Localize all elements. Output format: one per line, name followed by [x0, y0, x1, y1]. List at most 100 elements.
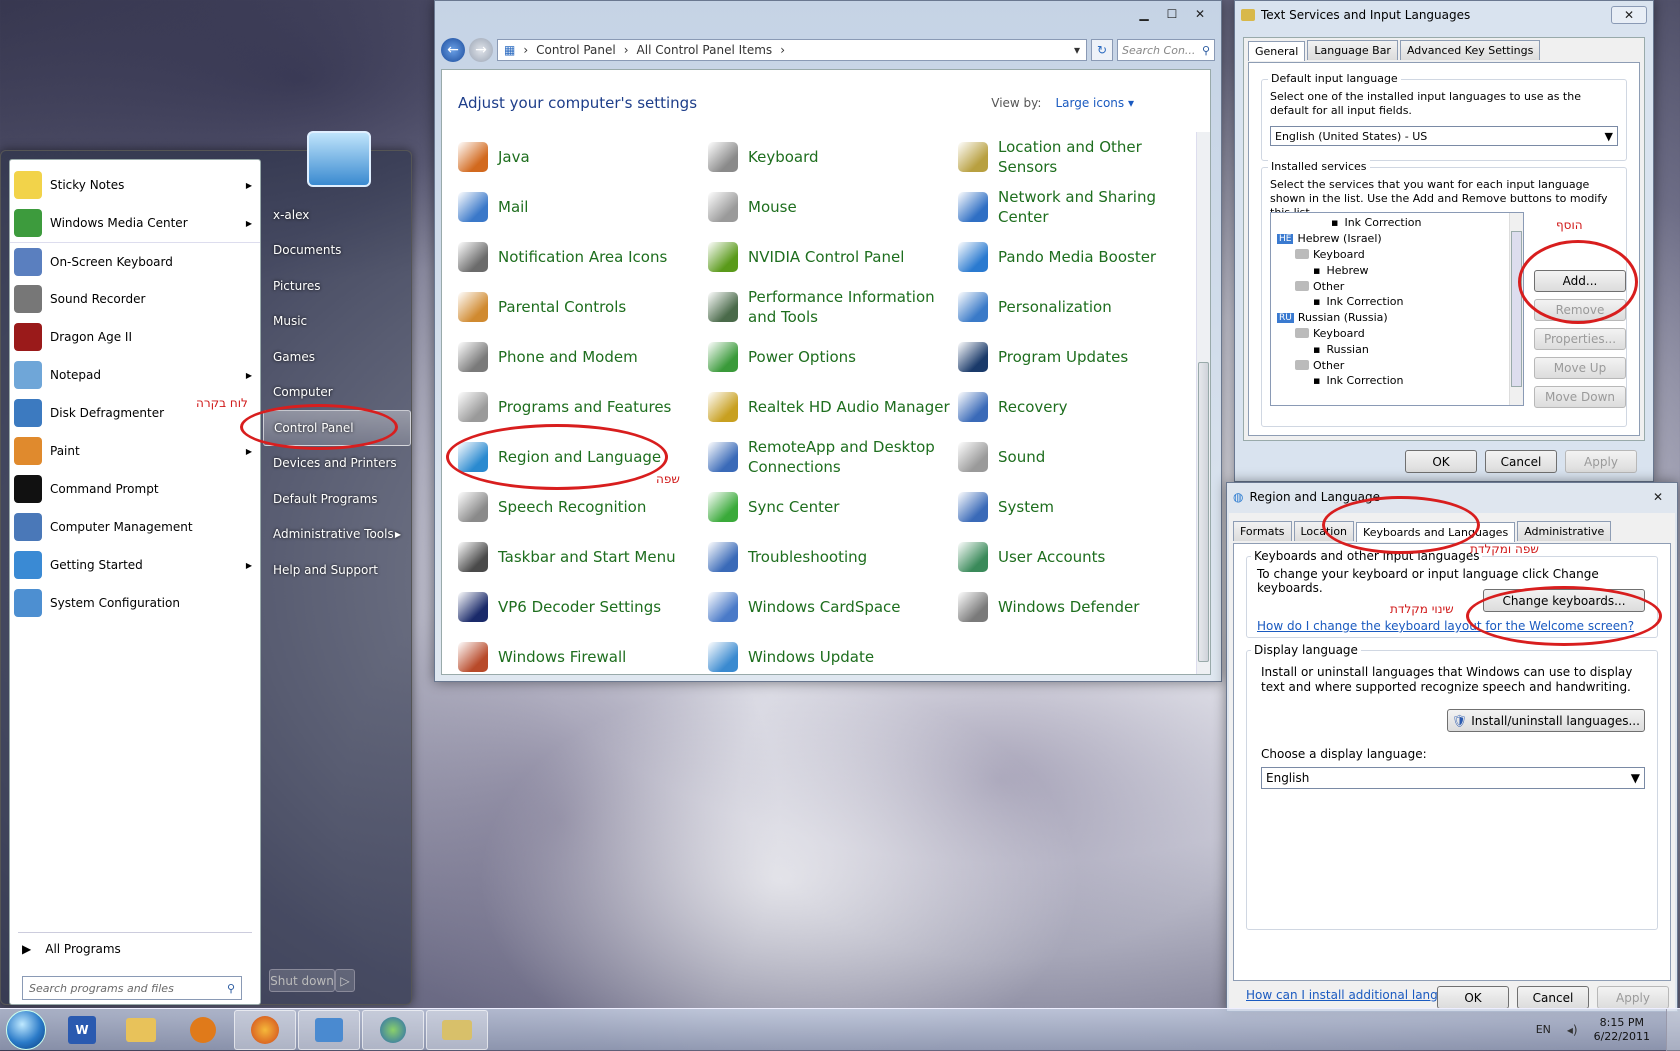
- cp-item-vp6-decoder-settings[interactable]: VP6 Decoder Settings: [458, 582, 708, 632]
- cp-item-realtek-hd-audio-manager[interactable]: Realtek HD Audio Manager: [708, 382, 958, 432]
- start-item-paint[interactable]: Paint ▶: [10, 432, 260, 470]
- cp-item-windows-defender[interactable]: Windows Defender: [958, 582, 1206, 632]
- move-up-button[interactable]: Move Up: [1534, 357, 1626, 379]
- start-search-input[interactable]: Search programs and files ⚲: [22, 976, 242, 1000]
- ts-apply-button[interactable]: Apply: [1565, 450, 1637, 473]
- all-programs-button[interactable]: ▶ All Programs: [22, 942, 121, 956]
- tree-node[interactable]: RU Russian (Russia): [1271, 310, 1523, 326]
- refresh-icon[interactable]: ↻: [1091, 39, 1113, 61]
- cp-item-pando-media-booster[interactable]: Pando Media Booster: [958, 232, 1206, 282]
- tree-node[interactable]: ▪ Ink Correction: [1271, 373, 1523, 389]
- cp-item-mail[interactable]: Mail: [458, 182, 708, 232]
- cp-item-phone-and-modem[interactable]: Phone and Modem: [458, 332, 708, 382]
- user-picture[interactable]: [307, 131, 371, 187]
- default-input-select[interactable]: English (United States) - US ▼: [1270, 126, 1618, 146]
- start-item-getting-started[interactable]: Getting Started ▶: [10, 546, 260, 584]
- ts-ok-button[interactable]: OK: [1405, 450, 1477, 473]
- ts-cancel-button[interactable]: Cancel: [1485, 450, 1557, 473]
- cp-item-keyboard[interactable]: Keyboard: [708, 132, 958, 182]
- start-item-computer-management[interactable]: Computer Management: [10, 508, 260, 546]
- breadcrumb-all-items[interactable]: All Control Panel Items: [637, 43, 773, 57]
- cp-item-parental-controls[interactable]: Parental Controls: [458, 282, 708, 332]
- taskbar-explorer[interactable]: [110, 1010, 172, 1050]
- tree-node[interactable]: HE Hebrew (Israel): [1271, 231, 1523, 247]
- start-right-music[interactable]: Music: [263, 304, 411, 340]
- address-dropdown-icon[interactable]: ▾: [1074, 43, 1080, 57]
- start-button[interactable]: [6, 1009, 46, 1050]
- start-item-sound-recorder[interactable]: Sound Recorder: [10, 280, 260, 318]
- tray-clock[interactable]: 8:15 PM 6/22/2011: [1594, 1016, 1650, 1044]
- cp-item-notification-area-icons[interactable]: Notification Area Icons: [458, 232, 708, 282]
- tray-language[interactable]: EN: [1536, 1023, 1551, 1036]
- services-tree[interactable]: ▪ Ink Correction HE Hebrew (Israel) Keyboard…: [1270, 212, 1524, 406]
- start-right-pictures[interactable]: Pictures: [263, 268, 411, 304]
- shutdown-arrow-icon[interactable]: ▷: [335, 969, 355, 992]
- start-item-command-prompt[interactable]: Command Prompt: [10, 470, 260, 508]
- tab-formats[interactable]: Formats: [1233, 521, 1292, 541]
- taskbar-control-panel[interactable]: [298, 1009, 360, 1050]
- cp-item-location-and-other-sensors[interactable]: Location and Other Sensors: [958, 132, 1206, 182]
- close-icon[interactable]: ✕: [1187, 5, 1213, 23]
- start-right-default-programs[interactable]: Default Programs: [263, 481, 411, 517]
- cp-item-performance-information-and-tools[interactable]: Performance Information and Tools: [708, 282, 958, 332]
- rl-apply-button[interactable]: Apply: [1597, 986, 1669, 1009]
- tree-scrollbar[interactable]: [1509, 213, 1523, 405]
- rl-cancel-button[interactable]: Cancel: [1517, 986, 1589, 1009]
- cp-item-speech-recognition[interactable]: Speech Recognition: [458, 482, 708, 532]
- show-desktop-button[interactable]: [1666, 1008, 1680, 1051]
- properties-button[interactable]: Properties...: [1534, 328, 1626, 350]
- taskbar-text-services[interactable]: [426, 1009, 488, 1050]
- tree-scroll-thumb[interactable]: [1511, 231, 1522, 387]
- forward-button[interactable]: →: [469, 38, 493, 62]
- taskbar-firefox[interactable]: [234, 1009, 296, 1050]
- taskbar-region-language[interactable]: [362, 1009, 424, 1050]
- maximize-icon[interactable]: ☐: [1159, 5, 1185, 23]
- tab-advanced-key-settings[interactable]: Advanced Key Settings: [1399, 40, 1541, 60]
- start-item-on-screen-keyboard[interactable]: On-Screen Keyboard: [10, 242, 260, 280]
- cp-item-sync-center[interactable]: Sync Center: [708, 482, 958, 532]
- cp-item-nvidia-control-panel[interactable]: NVIDIA Control Panel: [708, 232, 958, 282]
- view-by-dropdown[interactable]: Large icons ▾: [1055, 96, 1134, 110]
- display-language-select[interactable]: English ▼: [1261, 767, 1645, 789]
- start-item-notepad[interactable]: Notepad ▶: [10, 356, 260, 394]
- address-bar[interactable]: ▦ › Control Panel › All Control Panel Item…: [497, 39, 1087, 61]
- cp-item-windows-cardspace[interactable]: Windows CardSpace: [708, 582, 958, 632]
- tree-node[interactable]: Other: [1271, 278, 1523, 294]
- cp-item-java[interactable]: Java: [458, 132, 708, 182]
- start-item-dragon-age-ii[interactable]: Dragon Age II: [10, 318, 260, 356]
- minimize-icon[interactable]: ▁: [1131, 5, 1157, 23]
- rl-ok-button[interactable]: OK: [1437, 986, 1509, 1009]
- start-right-administrative-tools[interactable]: Administrative Tools ▶: [263, 517, 411, 553]
- cp-item-power-options[interactable]: Power Options: [708, 332, 958, 382]
- start-right-devices-and-printers[interactable]: Devices and Printers: [263, 446, 411, 482]
- tab-general[interactable]: General: [1248, 41, 1306, 61]
- start-right-help-and-support[interactable]: Help and Support: [263, 552, 411, 588]
- breadcrumb-control-panel[interactable]: Control Panel: [536, 43, 616, 57]
- cp-item-mouse[interactable]: Mouse: [708, 182, 958, 232]
- cp-item-troubleshooting[interactable]: Troubleshooting: [708, 532, 958, 582]
- cp-item-personalization[interactable]: Personalization: [958, 282, 1206, 332]
- taskbar-word[interactable]: W: [54, 1010, 110, 1050]
- cp-search-input[interactable]: Search Con... ⚲: [1117, 39, 1215, 61]
- cp-item-windows-update[interactable]: Windows Update: [708, 632, 958, 682]
- cp-item-network-and-sharing-center[interactable]: Network and Sharing Center: [958, 182, 1206, 232]
- move-down-button[interactable]: Move Down: [1534, 386, 1626, 408]
- rl-close-icon[interactable]: ✕: [1645, 488, 1671, 506]
- tree-node[interactable]: Keyboard: [1271, 247, 1523, 263]
- start-right-games[interactable]: Games: [263, 339, 411, 375]
- start-right-documents[interactable]: Documents: [263, 233, 411, 269]
- tree-node[interactable]: Other: [1271, 357, 1523, 373]
- cp-item-taskbar-and-start-menu[interactable]: Taskbar and Start Menu: [458, 532, 708, 582]
- tab-language-bar[interactable]: Language Bar: [1307, 40, 1398, 60]
- back-button[interactable]: ←: [441, 38, 465, 62]
- tree-node[interactable]: ▪ Russian: [1271, 341, 1523, 357]
- tray-volume-icon[interactable]: ◂): [1567, 1023, 1578, 1037]
- cp-item-system[interactable]: System: [958, 482, 1206, 532]
- shutdown-button[interactable]: Shut down ▷: [269, 969, 355, 992]
- ts-close-icon[interactable]: ✕: [1611, 6, 1647, 24]
- cp-item-remoteapp-and-desktop-connections[interactable]: RemoteApp and Desktop Connections: [708, 432, 958, 482]
- start-item-system-configuration[interactable]: System Configuration: [10, 584, 260, 622]
- cp-item-sound[interactable]: Sound: [958, 432, 1206, 482]
- tree-node[interactable]: ▪ Ink Correction: [1271, 294, 1523, 310]
- start-item-sticky-notes[interactable]: Sticky Notes ▶: [10, 166, 260, 204]
